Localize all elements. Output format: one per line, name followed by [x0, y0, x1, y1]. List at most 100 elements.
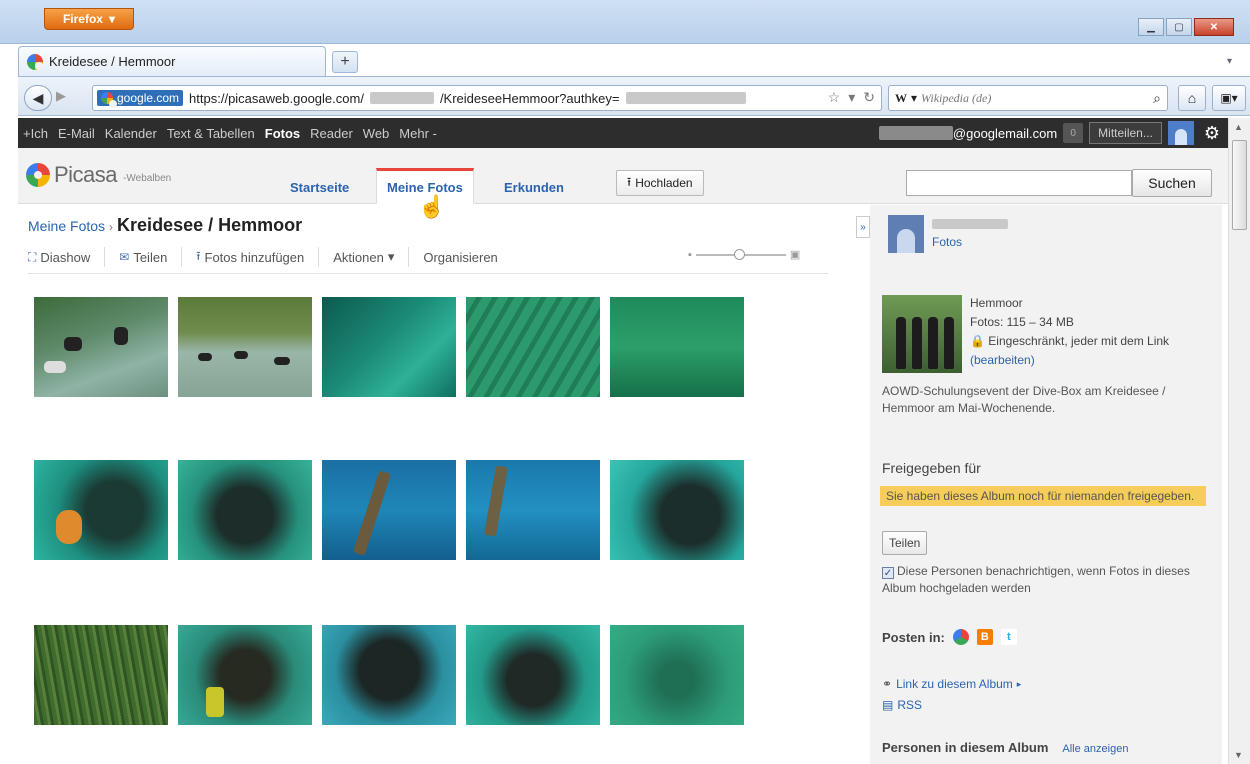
bookmark-star-icon[interactable]: ☆ — [828, 89, 841, 106]
notify-checkbox[interactable]: ✓ — [882, 567, 894, 579]
back-button[interactable]: ◀ — [24, 85, 52, 111]
rss-row[interactable]: ▤ RSS — [882, 698, 922, 712]
shared-warning: Sie haben dieses Album noch für niemande… — [880, 486, 1206, 506]
tab-startseite[interactable]: Startseite — [280, 170, 359, 204]
upload-arrow-icon: ⭱ — [196, 248, 201, 263]
album-info: Hemmoor Fotos: 115 – 34 MB 🔒 Eingeschrän… — [882, 295, 1169, 373]
profile-avatar[interactable] — [1167, 121, 1194, 145]
persons-section: Personen in diesem Album Alle anzeigen — [882, 740, 1128, 755]
upload-label: Hochladen — [635, 176, 693, 190]
photo-thumbnail[interactable] — [322, 297, 456, 397]
google-bar: +Ich E-Mail Kalender Text & Tabellen Fot… — [18, 118, 1228, 148]
addon-button[interactable]: ▣▾ — [1212, 85, 1246, 111]
photo-thumbnail[interactable] — [610, 297, 744, 397]
album-link-row[interactable]: ⚭ Link zu diesem Album ▸ — [882, 677, 1021, 691]
scroll-down-icon[interactable]: ▼ — [1234, 750, 1243, 760]
tab-title: Kreidesee / Hemmoor — [49, 54, 176, 69]
site-identity-button[interactable]: google.com — [97, 90, 184, 108]
blogger-icon[interactable]: B — [976, 629, 993, 645]
photo-thumbnail[interactable] — [178, 460, 312, 560]
firefox-menu-button[interactable]: Firefox ▾ — [44, 8, 134, 30]
gbar-item-kalender[interactable]: Kalender — [100, 126, 162, 141]
scrollbar-thumb[interactable] — [1232, 140, 1247, 230]
search-button[interactable]: Suchen — [1132, 169, 1212, 197]
home-button[interactable]: ⌂ — [1178, 85, 1206, 111]
avatar-silhouette-icon — [897, 229, 915, 253]
photo-thumbnail[interactable] — [34, 625, 168, 725]
gbar-item-ich[interactable]: +Ich — [18, 126, 53, 141]
gbar-item-email[interactable]: E-Mail — [53, 126, 100, 141]
breadcrumb-meine-fotos[interactable]: Meine Fotos — [28, 218, 105, 234]
thumbnail-size-slider[interactable]: ▪ ▣ — [688, 248, 800, 261]
sidebar-share-button[interactable]: Teilen — [882, 531, 928, 555]
album-link[interactable]: Link zu diesem Album — [896, 677, 1013, 691]
globe-lock-icon: 🔒 — [970, 334, 985, 348]
photo-thumbnail[interactable] — [466, 297, 600, 397]
gbar-share-button[interactable]: Mitteilen... — [1089, 122, 1162, 144]
search-icon[interactable]: ⌕ — [1153, 90, 1161, 107]
photo-thumbnail[interactable] — [322, 460, 456, 560]
url-mid: /KreideseeHemmoor?authkey= — [439, 90, 620, 106]
tab-list-icon[interactable]: ▾ — [1227, 56, 1232, 67]
vertical-scrollbar[interactable]: ▲ ▼ — [1228, 118, 1250, 764]
persons-title: Personen in diesem Album — [882, 740, 1049, 755]
photo-thumbnail[interactable] — [34, 460, 168, 560]
photo-thumbnail[interactable] — [34, 297, 168, 397]
picasa-header: Picasa -Webalben Startseite Meine Fotos … — [18, 148, 1228, 204]
forward-button[interactable]: ▶ — [56, 88, 66, 104]
add-photos-button[interactable]: ⭱ Fotos hinzufügen — [182, 247, 320, 267]
browser-tab[interactable]: Kreidesee / Hemmoor — [18, 46, 326, 76]
gbar-item-fotos[interactable]: Fotos — [260, 126, 305, 141]
maximize-icon[interactable]: ▢ — [1166, 18, 1192, 36]
owner-photos-link[interactable]: Fotos — [932, 235, 1008, 249]
show-all-persons-link[interactable]: Alle anzeigen — [1062, 743, 1128, 755]
picasa-search-input[interactable] — [906, 170, 1132, 196]
new-tab-button[interactable]: + — [332, 51, 358, 73]
dropdown-icon[interactable]: ▾ — [848, 89, 855, 106]
url-bar-icons: ☆ ▾ ↻ — [828, 89, 875, 106]
upload-button[interactable]: ⭱ Hochladen — [616, 170, 704, 196]
twitter-icon[interactable]: t — [1000, 629, 1017, 645]
picasa-logo-subtitle: -Webalben — [123, 172, 172, 184]
rss-link[interactable]: RSS — [897, 698, 922, 712]
picasa-logo[interactable]: Picasa -Webalben — [26, 162, 171, 188]
engine-dropdown-icon[interactable]: ▾ — [911, 91, 917, 105]
edit-visibility-link[interactable]: (bearbeiten) — [970, 352, 1169, 368]
sidebar-collapse-button[interactable]: » — [856, 216, 870, 238]
album-cover[interactable] — [882, 295, 962, 373]
minimize-icon[interactable]: ▁ — [1138, 18, 1164, 36]
gbar-item-text-tabellen[interactable]: Text & Tabellen — [162, 126, 260, 141]
photo-thumbnail[interactable] — [178, 625, 312, 725]
reload-icon[interactable]: ↻ — [863, 89, 875, 106]
owner-avatar[interactable] — [888, 215, 924, 253]
photo-thumbnail[interactable] — [178, 297, 312, 397]
album-sidebar: Fotos Hemmoor Fotos: 115 – 34 MB 🔒 Einge… — [870, 205, 1222, 764]
gear-icon[interactable]: ⚙ — [1204, 123, 1220, 144]
gbar-item-web[interactable]: Web — [358, 126, 395, 141]
close-icon[interactable]: ✕ — [1194, 18, 1234, 36]
photo-thumbnail[interactable] — [610, 460, 744, 560]
slider-knob[interactable] — [733, 248, 745, 260]
gbar-item-reader[interactable]: Reader — [305, 126, 358, 141]
gbar-item-mehr[interactable]: Mehr - — [394, 126, 442, 141]
search-engine-bar[interactable]: W ▾ Wikipedia (de) ⌕ — [888, 85, 1168, 111]
album-toolbar: ⛶ Diashow ✉ Teilen ⭱ Fotos hinzufügen Ak… — [28, 245, 828, 269]
photo-thumbnail[interactable] — [610, 625, 744, 725]
url-bar[interactable]: google.com https://picasaweb.google.com/… — [92, 85, 882, 111]
photo-thumbnail[interactable] — [466, 625, 600, 725]
photo-thumbnail[interactable] — [322, 625, 456, 725]
slideshow-button[interactable]: ⛶ Diashow — [28, 247, 106, 267]
photo-thumbnail[interactable] — [466, 460, 600, 560]
picasa-logo-text: Picasa — [54, 162, 118, 187]
account-email[interactable]: @googlemail.com — [878, 126, 1057, 141]
scroll-up-icon[interactable]: ▲ — [1234, 122, 1243, 132]
slider-track[interactable] — [695, 248, 786, 260]
picasa-favicon-icon — [27, 53, 43, 70]
tab-erkunden[interactable]: Erkunden — [494, 170, 574, 204]
album-meta: Hemmoor Fotos: 115 – 34 MB 🔒 Eingeschrän… — [970, 295, 1169, 373]
share-button[interactable]: ✉ Teilen — [105, 247, 183, 267]
notification-count[interactable]: 0 — [1063, 123, 1084, 143]
organize-button[interactable]: Organisieren — [409, 247, 511, 267]
google-buzz-icon[interactable] — [952, 629, 969, 645]
actions-dropdown[interactable]: Aktionen ▾ — [319, 247, 410, 267]
